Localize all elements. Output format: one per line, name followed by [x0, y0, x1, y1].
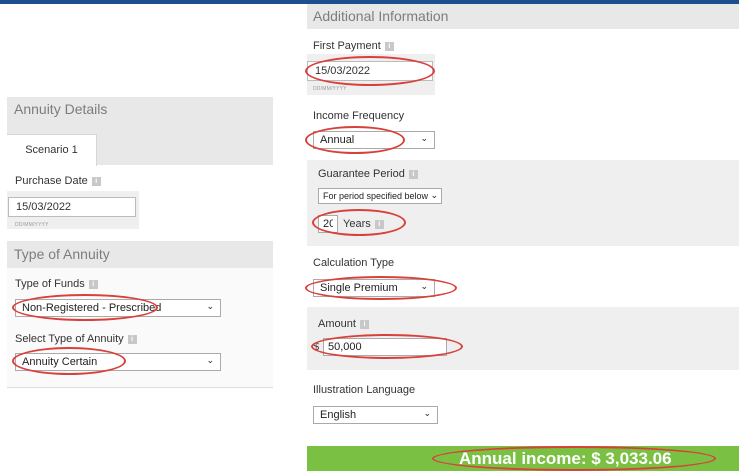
currency-symbol: $ [313, 341, 320, 353]
amount-label: Amount [318, 318, 356, 330]
guarantee-period-label-row: Guarantee Period i [318, 168, 418, 180]
select-type-label-row: Select Type of Annuity i [15, 333, 137, 345]
type-of-funds-select[interactable]: Non-Registered - Prescribed ⌄ [15, 299, 221, 317]
first-payment-label: First Payment [313, 40, 381, 52]
select-type-of-annuity-select[interactable]: Annuity Certain ⌄ [15, 353, 221, 371]
type-of-funds-label-row: Type of Funds i [15, 278, 98, 290]
annuity-details-title: Annuity Details [14, 101, 108, 117]
calculation-type-label-row: Calculation Type [313, 257, 394, 269]
first-payment-hint: DD/MM/YYYY [313, 86, 347, 92]
additional-information-title: Additional Information [313, 8, 449, 24]
guarantee-years-input[interactable] [318, 215, 338, 233]
purchase-date-input[interactable] [8, 197, 136, 217]
chevron-down-icon: ⌄ [206, 301, 214, 311]
guarantee-period-label: Guarantee Period [318, 168, 405, 180]
illustration-language-label: Illustration Language [313, 384, 416, 396]
info-icon[interactable]: i [127, 334, 137, 344]
chevron-down-icon: ⌄ [420, 133, 428, 143]
first-payment-label-row: First Payment i [313, 40, 394, 52]
calculation-type-value: Single Premium [320, 282, 398, 294]
calculation-type-label: Calculation Type [313, 257, 395, 269]
first-payment-input[interactable] [307, 61, 433, 81]
tab-scenario-1[interactable]: Scenario 1 [7, 134, 97, 166]
guarantee-period-option: For period specified below [323, 191, 429, 201]
amount-currency: $ [313, 341, 319, 353]
select-type-value: Annuity Certain [22, 356, 98, 368]
chevron-down-icon: ⌄ [206, 355, 214, 365]
info-icon[interactable]: i [88, 279, 98, 289]
type-of-annuity-title: Type of Annuity [14, 246, 110, 262]
calculation-type-select[interactable]: Single Premium ⌄ [313, 279, 435, 297]
info-icon[interactable]: i [359, 319, 369, 329]
income-frequency-select[interactable]: Annual ⌄ [313, 131, 435, 149]
amount-input[interactable] [323, 338, 447, 356]
chevron-down-icon: ⌄ [420, 281, 428, 291]
chevron-down-icon: ⌄ [423, 408, 431, 418]
annuity-details-header: Annuity Details [7, 97, 273, 134]
annual-income-text: Annual income: $ 3,033.06 [459, 449, 672, 468]
illustration-language-label-row: Illustration Language [313, 384, 415, 396]
section-divider [7, 387, 273, 388]
purchase-date-hint: DD/MM/YYYY [15, 222, 49, 228]
purchase-date-label-row: Purchase Date i [15, 175, 101, 187]
type-of-annuity-header: Type of Annuity [7, 241, 273, 268]
type-of-funds-label: Type of Funds [15, 278, 85, 290]
guarantee-period-select[interactable]: For period specified below ⌄ [318, 188, 442, 204]
annual-income-result: Annual income: $ 3,033.06 [307, 446, 739, 471]
purchase-date-label: Purchase Date [15, 175, 88, 187]
illustration-language-select[interactable]: English ⌄ [313, 406, 438, 424]
select-type-label: Select Type of Annuity [15, 333, 124, 345]
info-icon[interactable]: i [408, 169, 418, 179]
guarantee-years-label-row: Years i [343, 218, 384, 230]
info-icon[interactable]: i [384, 41, 394, 51]
info-icon[interactable]: i [91, 176, 101, 186]
income-frequency-label: Income Frequency [313, 110, 405, 122]
illustration-language-value: English [320, 409, 357, 421]
amount-label-row: Amount i [318, 318, 369, 330]
type-of-funds-value: Non-Registered - Prescribed [22, 302, 162, 314]
guarantee-years-label: Years [343, 218, 371, 230]
income-frequency-value: Annual [320, 134, 355, 146]
additional-information-header: Additional Information [307, 4, 739, 29]
scenario-tabs: Scenario 1 [7, 134, 273, 166]
chevron-down-icon: ⌄ [430, 190, 438, 200]
income-frequency-label-row: Income Frequency [313, 110, 404, 122]
info-icon[interactable]: i [374, 219, 384, 229]
